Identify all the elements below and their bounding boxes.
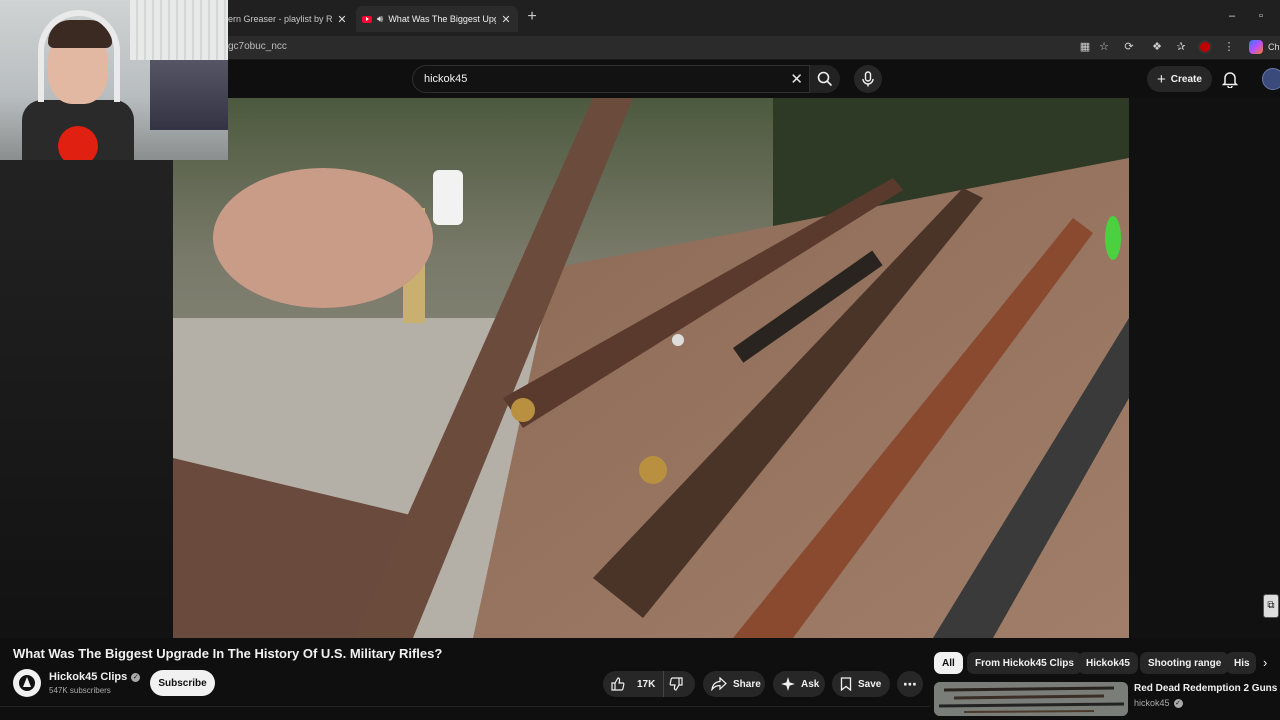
video-title: What Was The Biggest Upgrade In The Hist… xyxy=(13,646,443,661)
tab-title: ern Greaser - playlist by Rich xyxy=(228,14,332,24)
chip-history[interactable]: His xyxy=(1226,652,1256,674)
right-ambient-panel xyxy=(1129,98,1280,638)
share-label: Share xyxy=(733,678,761,690)
close-tab-icon[interactable]: ✕ xyxy=(500,13,512,26)
recommended-video-title[interactable]: Red Dead Redemption 2 Guns xyxy=(1134,683,1277,694)
like-dislike-group: 17K xyxy=(603,671,695,697)
webcam-overlay xyxy=(0,0,228,160)
share-icon xyxy=(711,677,727,691)
ask-label: Ask xyxy=(801,678,820,690)
share-button[interactable]: Share xyxy=(703,671,765,697)
recommended-video-thumbnail[interactable] xyxy=(934,682,1128,716)
streamer-figure xyxy=(22,6,134,160)
app-grid-icon[interactable]: ▦ xyxy=(1078,40,1092,54)
bell-icon xyxy=(1221,72,1239,89)
notifications-button[interactable] xyxy=(1221,70,1239,93)
new-tab-icon[interactable]: + xyxy=(524,8,540,26)
subscriber-count: 547K subscribers xyxy=(49,686,111,695)
save-label: Save xyxy=(858,678,882,690)
webcam-shelf xyxy=(150,60,228,130)
dislike-button[interactable] xyxy=(664,671,694,697)
search-icon xyxy=(817,71,833,87)
left-ambient-panel xyxy=(0,160,173,638)
chip-shooting-range[interactable]: Shooting range xyxy=(1140,652,1230,674)
video-player[interactable] xyxy=(173,98,1129,638)
ask-button[interactable]: Ask xyxy=(773,671,825,697)
extensions-puzzle-icon[interactable]: ❖ xyxy=(1150,40,1164,54)
chip-hickok45[interactable]: Hickok45 xyxy=(1078,652,1138,674)
microphone-icon xyxy=(862,71,874,87)
recommended-channel-name: hickok45 xyxy=(1134,698,1170,708)
chip-from-channel[interactable]: From Hickok45 Clips xyxy=(967,652,1082,674)
bookmark-icon xyxy=(840,677,852,691)
close-tab-icon[interactable]: ✕ xyxy=(336,13,348,26)
favorite-star-icon[interactable]: ☆ xyxy=(1097,40,1111,54)
tab-playlist[interactable]: ern Greaser - playlist by Rich ✕ xyxy=(222,6,354,32)
like-button[interactable]: 17K xyxy=(603,671,665,697)
create-label: Create xyxy=(1170,73,1202,85)
recommended-video-channel[interactable]: hickok45 ✓ xyxy=(1134,698,1183,708)
tab-active-video[interactable]: 🔊︎ What Was The Biggest Upgrade In The H… xyxy=(356,6,518,32)
minimize-icon[interactable]: – xyxy=(1229,10,1235,22)
thumbs-down-icon xyxy=(669,677,683,691)
channel-name-text: Hickok45 Clips xyxy=(49,671,128,683)
favorites-icon[interactable]: ✰ xyxy=(1174,40,1188,54)
channel-name[interactable]: Hickok45 Clips ✓ xyxy=(49,671,141,683)
chevron-right-icon[interactable]: › xyxy=(1263,655,1267,670)
more-actions-icon[interactable]: ⋯ xyxy=(897,671,923,697)
account-avatar[interactable] xyxy=(1262,68,1280,90)
search-button[interactable] xyxy=(810,65,840,93)
voice-search-button[interactable] xyxy=(854,65,882,93)
verified-icon: ✓ xyxy=(131,672,141,682)
thumbnail-image xyxy=(934,682,1128,716)
webcam-background xyxy=(130,0,228,60)
clear-search-icon[interactable]: ✕ xyxy=(790,70,803,88)
speaker-icon[interactable]: 🔊︎ xyxy=(377,14,383,25)
profile-extension-icon[interactable] xyxy=(1198,40,1212,54)
tab-title: What Was The Biggest Upgrade In The Hist… xyxy=(388,14,496,24)
video-frame-image xyxy=(173,98,1129,638)
channel-logo-icon xyxy=(19,675,35,691)
search-box[interactable]: hickok45 ✕ xyxy=(412,65,810,93)
side-panel-toggle-icon[interactable]: ⧉ xyxy=(1263,594,1279,618)
like-count: 17K xyxy=(637,678,656,690)
copilot-label[interactable]: Ch xyxy=(1268,42,1280,52)
youtube-favicon-icon xyxy=(362,15,372,23)
subscribe-button[interactable]: Subscribe xyxy=(150,670,215,696)
plus-icon: + xyxy=(1157,70,1166,88)
restore-icon[interactable]: ▫ xyxy=(1259,10,1263,22)
sparkle-icon xyxy=(781,677,795,691)
description-area-edge xyxy=(0,706,930,720)
extension-icon[interactable]: ⟳ xyxy=(1122,40,1136,54)
search-input[interactable]: hickok45 xyxy=(424,73,467,85)
copilot-icon[interactable] xyxy=(1249,40,1263,54)
url-text[interactable]: gc7obuc_ncc xyxy=(228,41,287,52)
tab-actions-icon[interactable]: ⋮ xyxy=(1222,40,1236,54)
chip-all[interactable]: All xyxy=(934,652,963,674)
verified-icon: ✓ xyxy=(1173,698,1183,708)
create-button[interactable]: + Create xyxy=(1147,66,1212,92)
channel-avatar[interactable] xyxy=(13,669,41,697)
save-button[interactable]: Save xyxy=(832,671,890,697)
thumbs-up-icon xyxy=(611,677,625,691)
